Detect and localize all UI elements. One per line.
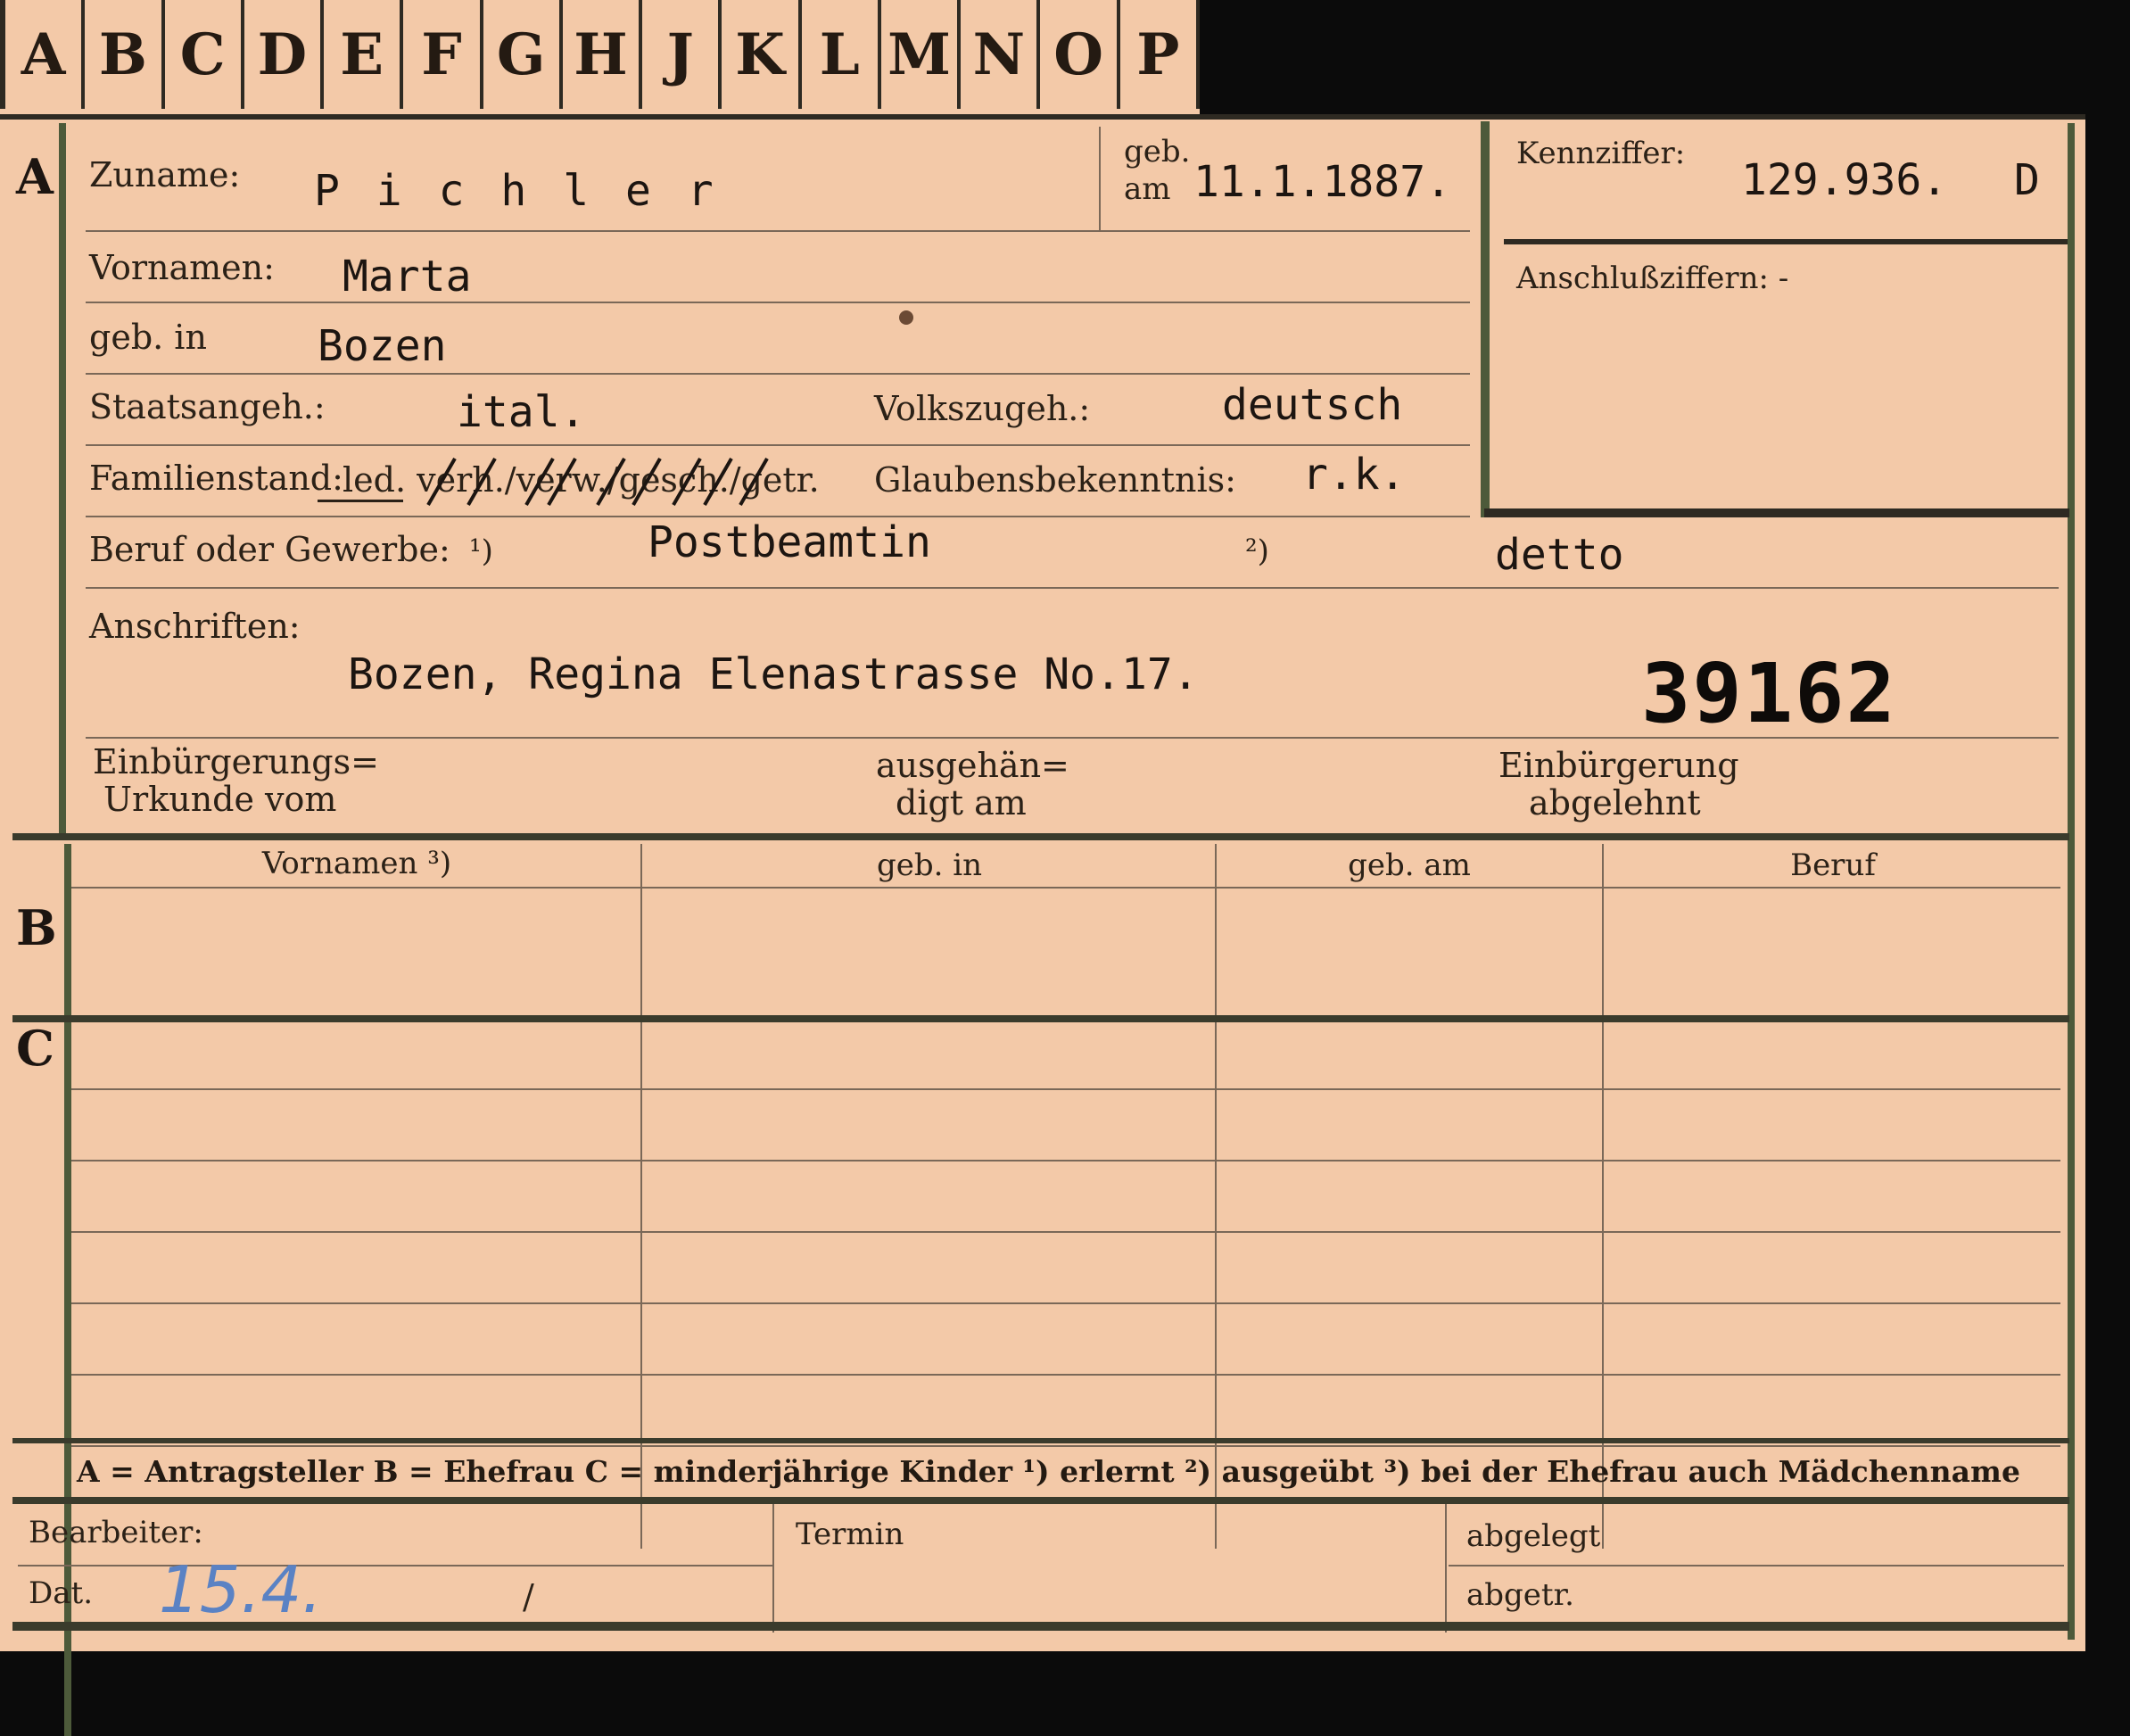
rule [1449,1565,2064,1567]
col-header-born-in: geb. in [876,847,983,883]
child-row-rule [71,1160,2060,1161]
legend-text: A = Antragsteller B = Ehefrau C = minder… [77,1454,2020,1489]
index-tab-p: P [1120,0,1200,109]
born-in-value: Bozen [318,321,447,371]
section-a-left-border [59,123,66,837]
child-row-rule [71,1231,2060,1233]
index-tab-l: L [802,0,881,109]
filed-label: abgelegt [1466,1518,1601,1554]
section-ab-divider [12,833,2069,840]
index-tab-n: N [961,0,1041,109]
rule [86,444,1470,446]
citizenship-label: Staatsangeh.: [89,387,326,426]
code-value: 129.936. [1741,155,1948,205]
citizenship-value: ital. [457,387,586,437]
handed-out-label-2: digt am [896,783,1027,823]
stamp-number: 39162 [1641,646,1897,741]
index-tab-j: J [642,0,722,109]
given-names-label: Vornamen: [89,248,275,287]
index-tab-h: H [563,0,643,109]
footer-divider [1445,1504,1447,1633]
id-box-bottom-border [1484,508,2069,517]
religion-value: r.k. [1302,450,1406,500]
occupation-practiced-value: detto [1495,530,1624,580]
naturalization-cert-label-1: Einbürgerungs= [93,742,379,781]
born-on-divider [1099,127,1101,232]
marital-underline [318,500,403,502]
card-right-border [2068,123,2075,1640]
address-value: Bozen, Regina Elenastrasse No.17. [348,649,1199,699]
naturalization-refused-label-1: Einbürgerung [1498,746,1739,785]
index-tab-g: G [483,0,563,109]
naturalization-cert-label-2: Urkunde vom [103,780,337,819]
index-tab-d: D [244,0,325,109]
ink-spot [899,310,913,325]
index-tab-a: A [0,0,86,109]
surname-value: P i c h l e r [314,166,719,216]
section-a-marker: A [16,148,54,205]
section-bc-divider [12,1015,2069,1022]
registration-card: A B C Zuname: P i c h l e r geb. am 11.1… [0,114,2085,1736]
rule [86,737,2059,739]
card-top-border [0,114,2085,120]
col-header-born-on: geb. am [1348,847,1471,883]
given-names-value: Marta [343,252,472,302]
rule [86,373,1470,375]
id-box-left-border [1481,121,1490,517]
marital-strikeout [426,458,769,506]
section-c-marker: C [16,1020,54,1077]
col-header-given-names: Vornamen ³) [261,846,452,881]
handed-out-label-1: ausgehän= [876,746,1069,785]
occupation-footnote-1: ¹) [469,533,493,569]
code-suffix: D [2014,155,2040,205]
ethnicity-label: Volkszugeh.: [874,389,1091,428]
child-row-rule [71,1088,2060,1090]
marital-status-label: Familienstand: [89,459,343,498]
removed-label: abgetr. [1466,1577,1574,1613]
occupation-learned-value: Postbeamtin [648,517,931,567]
surname-label: Zuname: [89,155,241,194]
index-tab-strip: A B C D E F G H J K L M N O P [0,0,1200,118]
date-slash: / [523,1577,534,1616]
legend-bottom-rule [12,1497,2069,1504]
ethnicity-value: deutsch [1222,380,1403,430]
legend-top-rule [12,1438,2069,1443]
index-tab-f: F [403,0,483,109]
index-tab-b: B [85,0,165,109]
child-row-rule [71,1302,2060,1304]
col-header-occupation: Beruf [1790,847,1876,883]
deadline-label: Termin [796,1517,904,1552]
born-on-label-2: am [1124,171,1171,207]
religion-label: Glaubensbekenntnis: [874,460,1236,500]
linked-codes-label: Anschlußziffern: - [1516,260,1789,296]
born-on-value: 11.1.1887. [1193,157,1451,207]
index-tab-o: O [1040,0,1120,109]
date-handwritten: 15.4. [159,1552,323,1627]
child-row-rule [71,1445,2060,1447]
born-on-label-1: geb. [1124,134,1191,169]
card-bottom-border [12,1622,2069,1631]
index-tab-m: M [881,0,962,109]
rule [86,230,1470,232]
id-box-divider [1504,239,2068,244]
processor-label: Bearbeiter: [29,1515,203,1550]
child-row-rule [71,1374,2060,1376]
rule [71,887,2060,889]
code-label: Kennziffer: [1516,136,1686,171]
date-label: Dat. [29,1575,94,1611]
rule [18,1565,772,1567]
index-tab-e: E [324,0,404,109]
index-tab-c: C [165,0,244,109]
naturalization-refused-label-2: abgelehnt [1529,783,1701,823]
occupation-footnote-2: ²) [1245,533,1269,569]
footer-divider [772,1504,774,1633]
section-b-marker: B [16,899,57,956]
index-tab-k: K [722,0,802,109]
rule [86,587,2059,589]
rule [86,302,1470,303]
address-label: Anschriften: [89,607,301,646]
born-in-label: geb. in [89,318,207,357]
occupation-label: Beruf oder Gewerbe: [89,530,450,569]
